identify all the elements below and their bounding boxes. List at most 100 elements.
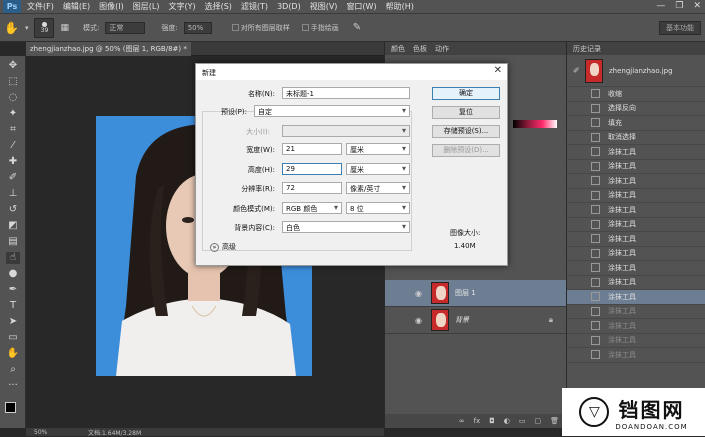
sample-all-checkbox[interactable]: 对所有图层取样 [231,23,290,33]
link-layers-icon[interactable]: ∞ [459,417,465,425]
menu-view[interactable]: 视图(V) [310,1,338,12]
move-tool-icon[interactable]: ✥ [6,60,20,72]
zoom-tool-icon[interactable]: ⌕ [6,364,20,376]
menu-select[interactable]: 选择(S) [205,1,232,12]
close-icon[interactable]: ✕ [494,65,502,76]
trash-icon[interactable]: 🗑︎ [550,417,559,425]
workspace-switcher[interactable]: 基本功能 [659,21,701,35]
foreground-color-swatch[interactable] [5,402,16,413]
history-item[interactable]: 选择反向 [567,102,705,116]
shape-tool-icon[interactable]: ▭ [6,332,20,344]
menu-filter[interactable]: 滤镜(T) [241,1,268,12]
save-preset-button[interactable]: 存储预设(S)... [432,125,500,138]
mode-select[interactable]: 正常 [105,21,146,34]
advanced-toggle[interactable]: » 高级 [210,242,236,252]
finger-painting-checkbox[interactable]: 手指绘画 [301,23,339,33]
reset-button[interactable]: 复位 [432,106,500,119]
type-tool-icon[interactable]: T [6,300,20,312]
menu-image[interactable]: 图像(I) [99,1,124,12]
history-item[interactable]: 涂抹工具 [567,203,705,218]
eraser-tool-icon[interactable]: ◩ [6,220,20,232]
history-item[interactable]: 涂抹工具 [567,160,705,174]
clone-stamp-tool-icon[interactable]: ⊥ [6,188,20,200]
opacity-input[interactable]: 50% [183,21,212,34]
history-item[interactable]: 涂抹工具 [567,232,705,247]
new-layer-icon[interactable]: ▢ [534,417,541,425]
adjustment-icon[interactable]: ◐ [504,417,510,425]
menu-help[interactable]: 帮助(H) [386,1,414,12]
smudge-tool-preset-icon[interactable]: ✋ [4,21,19,35]
height-field[interactable]: 29 [282,163,342,175]
visibility-eye-icon[interactable]: ◉ [415,289,425,298]
menu-layer[interactable]: 图层(L) [133,1,160,12]
history-item[interactable]: 填充 [567,116,705,131]
height-unit-select[interactable]: 厘米 [346,163,410,175]
history-item[interactable]: 涂抹工具 [567,189,705,203]
width-field[interactable]: 21 [282,143,342,155]
lasso-tool-icon[interactable]: ◌ [6,92,20,104]
tab-actions[interactable]: 动作 [435,44,449,54]
preset-dropdown-icon[interactable]: ▾ [25,24,29,32]
visibility-eye-icon[interactable]: ◉ [415,316,425,325]
hand-tool-icon[interactable]: ✋ [6,348,20,360]
name-field[interactable]: 未标题-1 [282,87,410,99]
smudge-tool-icon[interactable]: ☝ [6,252,20,264]
history-item[interactable]: 涂抹工具 [567,218,705,232]
history-item[interactable]: 涂抹工具 [567,319,705,334]
pen-tool-icon[interactable]: ✒ [6,284,20,296]
fx-icon[interactable]: fx [474,417,481,425]
history-item[interactable]: 涂抹工具 [567,348,705,363]
gradient-tool-icon[interactable]: ▤ [6,236,20,248]
pressure-pen-icon[interactable]: ✎ [353,22,361,33]
history-item[interactable]: 涂抹工具 [567,334,705,348]
minimize-button[interactable]: — [656,1,665,11]
restore-button[interactable]: ❐ [675,1,683,11]
menu-edit[interactable]: 编辑(E) [63,1,90,12]
marquee-tool-icon[interactable]: ⬚ [6,76,20,88]
history-brush-tool-icon[interactable]: ↺ [6,204,20,216]
history-snapshot[interactable]: ✐ zhengjianzhao.jpg [567,55,705,87]
more-tools-icon[interactable]: ··· [6,380,20,392]
mask-icon[interactable]: ◘ [489,417,495,425]
background-contents-select[interactable]: 白色 [282,221,410,233]
brush-source-icon[interactable]: ✐ [573,66,581,75]
path-select-tool-icon[interactable]: ➤ [6,316,20,328]
history-item[interactable]: 涂抹工具 [567,174,705,189]
crop-tool-icon[interactable]: ⌗ [6,124,20,136]
color-spectrum[interactable] [513,120,557,128]
zoom-level[interactable]: 50% [34,429,74,436]
history-item[interactable]: 涂抹工具 [567,305,705,319]
history-item[interactable]: 涂抹工具 [567,247,705,261]
layer-row[interactable]: ◉ 背景 🔒︎ [385,307,567,334]
menu-type[interactable]: 文字(Y) [168,1,195,12]
eyedropper-tool-icon[interactable]: ⁄ [6,140,20,152]
dodge-tool-icon[interactable]: ● [6,268,20,280]
history-item[interactable]: 收缩 [567,87,705,102]
menu-window[interactable]: 窗口(W) [346,1,376,12]
history-item[interactable]: 涂抹工具 [567,145,705,160]
preset-select[interactable]: 自定 [254,105,410,117]
menu-3d[interactable]: 3D(D) [277,2,301,11]
brush-panel-icon[interactable]: ▦ [60,23,69,33]
brush-tool-icon[interactable]: ✐ [6,172,20,184]
ok-button[interactable]: 确定 [432,87,500,100]
resolution-unit-select[interactable]: 像素/英寸 [346,182,410,194]
tab-swatches[interactable]: 色板 [413,44,427,54]
bit-depth-select[interactable]: 8 位 [346,202,410,214]
brush-size-picker[interactable]: 39 [34,17,55,38]
healing-brush-tool-icon[interactable]: ✚ [6,156,20,168]
history-item[interactable]: 涂抹工具 [567,290,705,305]
width-unit-select[interactable]: 厘米 [346,143,410,155]
color-mode-select[interactable]: RGB 颜色 [282,202,342,214]
tab-color[interactable]: 颜色 [391,44,405,54]
quick-select-tool-icon[interactable]: ✦ [6,108,20,120]
history-item[interactable]: 涂抹工具 [567,261,705,276]
history-item[interactable]: 涂抹工具 [567,276,705,290]
document-tab[interactable]: zhengjianzhao.jpg @ 50% (图层 1, RGB/8#) * [26,42,191,56]
resolution-field[interactable]: 72 [282,182,342,194]
layer-row[interactable]: ◉ 图层 1 [385,280,567,307]
menu-file[interactable]: 文件(F) [27,1,54,12]
close-window-button[interactable]: ✕ [693,1,701,11]
group-icon[interactable]: ▭ [519,417,526,425]
history-item[interactable]: 取消选择 [567,131,705,145]
